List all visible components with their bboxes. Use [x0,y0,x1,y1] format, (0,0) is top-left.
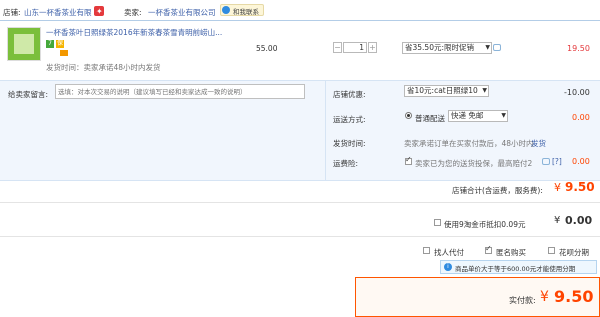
flag-icon [60,50,68,56]
contact-seller-button[interactable]: 和我联系 [220,4,264,16]
info-icon: i [444,263,452,271]
ship-time-text: 卖家承诺订单在买家付款后，48小时内 [404,139,534,148]
delivery-radio[interactable] [405,112,412,119]
quantity-input[interactable]: 1 [343,42,367,53]
agent-pay-label: 找人代付 [434,248,464,257]
shop-badge-icon: ✦ [94,6,104,16]
coins-amount: 0.00 [565,214,593,227]
delivery-select[interactable]: 快递 免邮 ▼ [448,110,508,122]
shop-discount-select[interactable]: 省10元:cat日照绿10 ▼ [404,85,489,97]
quantity-increase-button[interactable]: + [368,42,377,53]
coins-label: 使用9淘金币抵扣0.09元 [444,220,526,229]
insurance-info-icon[interactable] [542,158,550,165]
product-title-link[interactable]: 一杯香茶叶日照绿茶2016年新茶春茶雪青明前崂山... [46,27,222,38]
delivery-amount: 0.00 [572,113,590,122]
store-total-currency: ¥ [554,181,561,194]
message-input[interactable] [55,84,305,99]
message-label: 给卖家留言: [8,90,49,99]
store-total-amount: 9.50 [565,180,595,194]
insurance-help-link[interactable]: [?] [552,157,562,166]
seller-label: 卖家: [124,8,142,17]
shop-discount-amount: -10.00 [564,88,590,97]
payment-currency: ¥ [540,289,549,305]
item-subtotal: 19.50 [567,44,590,53]
promotion-info-icon[interactable] [493,44,501,51]
chevron-down-icon: ▼ [482,87,487,94]
shop-label: 店铺: [3,8,21,17]
payment-summary: 实付款: ¥ 9.50 [355,277,600,317]
installment-checkbox[interactable] [548,247,555,254]
chat-icon [222,6,230,14]
ship-time-label: 发货时间: [333,139,366,148]
insurance-label: 运费险: [333,159,359,168]
svg-text:✦: ✦ [96,7,103,16]
ship-time-link[interactable]: 发货 [531,138,546,149]
insurance-checkbox[interactable] [405,155,412,165]
coins-currency: ¥ [554,215,561,226]
quantity-decrease-button[interactable]: − [333,42,342,53]
item-shipping-time: 发货时间：卖家承诺48小时内发货 [46,63,161,72]
coins-checkbox[interactable] [434,219,441,226]
installment-notice: i 商品单价大于等于600.00元才能使用分期 [440,260,597,274]
payment-label: 实付款: [509,296,536,305]
anonymous-label: 匿名购买 [496,248,526,257]
shop-name-link[interactable]: 山东一杯香茶业有限 [24,7,92,18]
store-total-label: 店铺合计(含运费，服务费): [452,186,543,195]
agent-pay-checkbox[interactable] [423,247,430,254]
guarantee-icon: 保 [56,40,64,48]
seller-name-link[interactable]: 一杯香茶业有限公司 [148,7,216,18]
delivery-option-label: 普通配送 [415,114,445,123]
delivery-label: 运送方式: [333,115,366,124]
insurance-text: 卖家已为您的送货投保，最高赔付2 [415,159,533,168]
product-thumbnail[interactable] [7,27,41,61]
payment-amount: 9.50 [554,287,594,306]
unit-price: 55.00 [256,44,278,53]
chevron-down-icon: ▼ [501,112,506,119]
installment-label: 花呗分期 [559,248,589,257]
promotion-select[interactable]: 省35.50元:限时促销 ▼ [402,42,492,54]
shop-discount-label: 店铺优惠: [333,90,366,99]
anonymous-checkbox[interactable] [485,244,492,254]
insurance-amount: 0.00 [572,157,590,166]
seven-day-return-icon: 7 [46,40,54,48]
chevron-down-icon: ▼ [485,44,490,51]
